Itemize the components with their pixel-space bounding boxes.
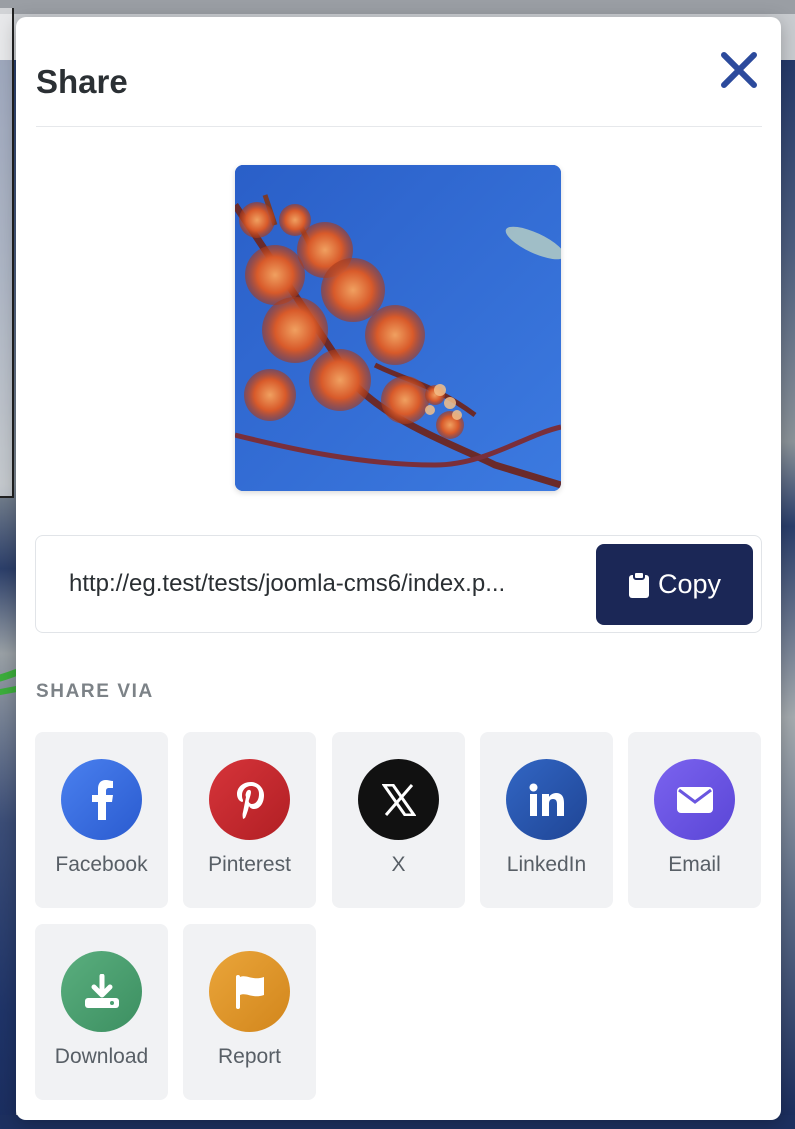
share-option-label: Report	[217, 1045, 282, 1068]
share-option-linkedin[interactable]: LinkedIn	[480, 732, 613, 908]
share-option-download[interactable]: Download	[35, 924, 168, 1100]
copy-button-label: Copy	[657, 569, 722, 599]
share-option-email[interactable]: Email	[628, 732, 761, 908]
share-option-label: LinkedIn	[506, 853, 587, 876]
share-option-label: Pinterest	[208, 853, 291, 876]
header-divider	[36, 126, 762, 127]
share-via-heading: SHARE VIA	[36, 681, 154, 702]
share-modal: Share http://eg.test/tests/joomla-cms6/i…	[16, 17, 781, 1120]
share-option-label: X	[391, 853, 406, 876]
linkedin-icon	[506, 759, 587, 840]
share-url-input[interactable]	[69, 554, 569, 614]
share-option-label: Download	[54, 1045, 149, 1068]
email-icon	[654, 759, 735, 840]
pinterest-icon	[209, 759, 290, 840]
share-option-pinterest[interactable]: Pinterest	[183, 732, 316, 908]
share-option-label: Email	[668, 853, 721, 876]
close-button[interactable]	[716, 47, 762, 93]
share-link-box: Copy	[35, 535, 762, 633]
close-icon	[721, 52, 757, 88]
backdrop-top	[0, 0, 795, 14]
modal-title: Share	[36, 63, 128, 100]
flower-photo	[235, 165, 561, 491]
flag-icon	[209, 951, 290, 1032]
facebook-icon	[61, 759, 142, 840]
share-option-x[interactable]: X	[332, 732, 465, 908]
share-option-report[interactable]: Report	[183, 924, 316, 1100]
share-option-label: Facebook	[55, 853, 148, 876]
backdrop-left-frame	[0, 8, 14, 498]
x-icon	[358, 759, 439, 840]
share-option-facebook[interactable]: Facebook	[35, 732, 168, 908]
copy-button[interactable]: Copy	[596, 544, 753, 625]
download-icon	[61, 951, 142, 1032]
image-preview	[235, 165, 561, 491]
clipboard-icon	[628, 570, 649, 598]
